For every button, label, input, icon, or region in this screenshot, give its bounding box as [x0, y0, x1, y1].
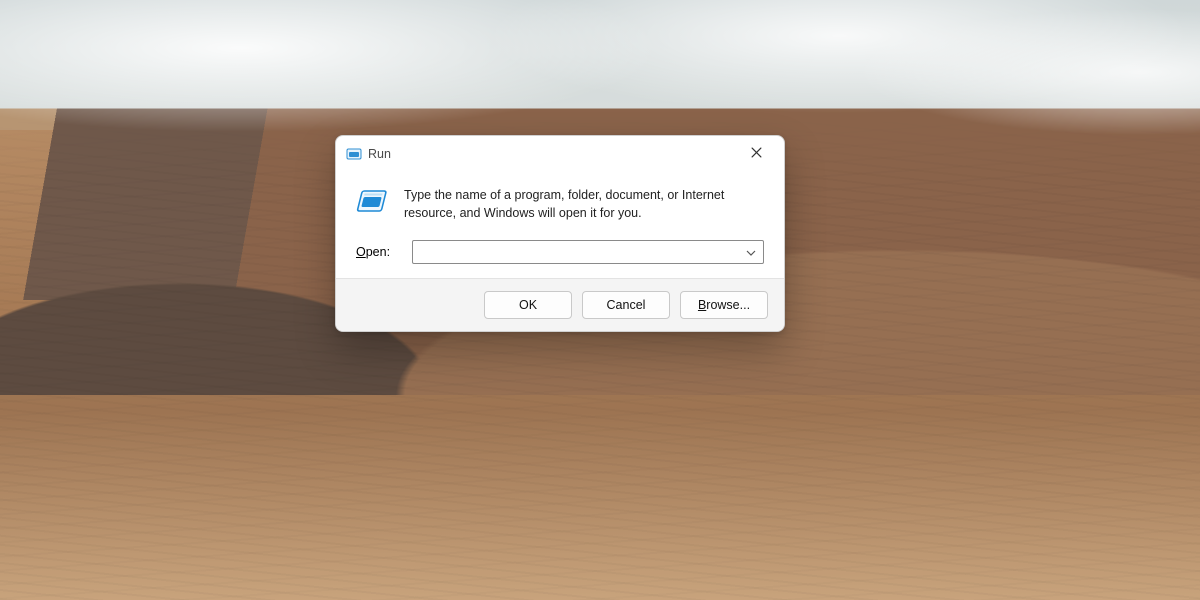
browse-button[interactable]: Browse...: [680, 291, 768, 319]
open-combobox[interactable]: [412, 240, 764, 264]
dialog-description: Type the name of a program, folder, docu…: [404, 186, 764, 222]
dialog-body: Type the name of a program, folder, docu…: [336, 172, 784, 278]
dialog-footer: OK Cancel Browse...: [336, 278, 784, 331]
run-title-icon: [346, 146, 362, 162]
browse-button-label: Browse...: [698, 298, 750, 312]
cancel-button-label: Cancel: [607, 298, 646, 312]
desktop-wallpaper: Run Type the: [0, 0, 1200, 600]
titlebar[interactable]: Run: [336, 136, 784, 172]
open-label: Open:: [356, 245, 402, 259]
run-dialog: Run Type the: [335, 135, 785, 332]
combobox-dropdown-button[interactable]: [743, 241, 759, 263]
cancel-button[interactable]: Cancel: [582, 291, 670, 319]
dialog-title: Run: [368, 147, 391, 161]
ok-button-label: OK: [519, 298, 537, 312]
ok-button[interactable]: OK: [484, 291, 572, 319]
open-input[interactable]: [413, 241, 763, 263]
run-body-icon: [356, 186, 390, 218]
chevron-down-icon: [746, 245, 756, 259]
close-icon: [751, 147, 762, 161]
close-button[interactable]: [734, 139, 778, 169]
